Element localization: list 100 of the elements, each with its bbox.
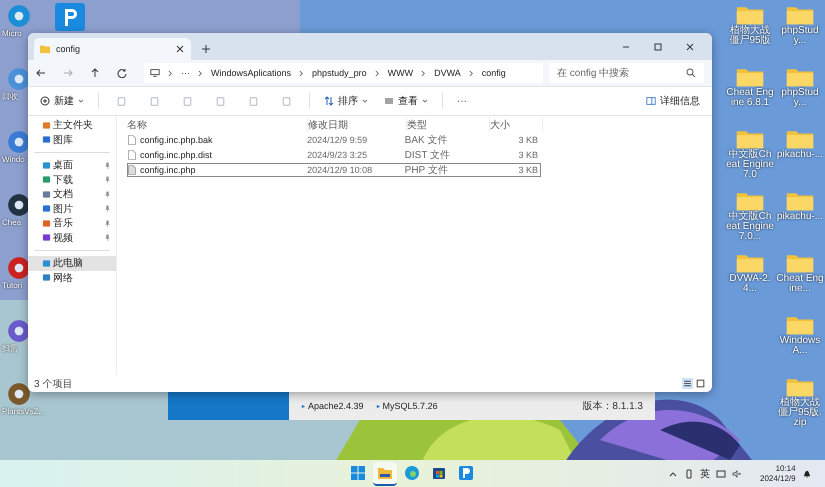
mute-icon[interactable]: [732, 468, 742, 478]
sort-button[interactable]: 排序: [318, 92, 374, 110]
pin-icon[interactable]: [104, 190, 111, 198]
p-app-icon: [458, 464, 474, 480]
table-cell-text: 3 KB: [518, 150, 540, 160]
sidebar-item[interactable]: 网络: [28, 270, 116, 285]
service-link[interactable]: MySQL5.7.26: [376, 401, 438, 411]
column-header[interactable]: 名称: [127, 117, 308, 132]
clock[interactable]: 10:14 2024/12/9: [760, 464, 796, 484]
pin-icon[interactable]: [104, 205, 111, 212]
table-cell-text: 2024/12/9 9:59: [307, 135, 368, 145]
icon-label: 植物大战僵尸95版: [728, 26, 772, 46]
column-header[interactable]: 类型: [407, 117, 490, 132]
icon-label: phpStudy...: [780, 26, 820, 46]
monitor-icon[interactable]: [716, 468, 726, 478]
cut-icon[interactable]: [116, 96, 127, 106]
column-header[interactable]: 修改日期: [308, 117, 407, 132]
breadcrumb[interactable]: WindowsAplications: [211, 68, 292, 78]
rename-icon[interactable]: [215, 96, 226, 106]
column-header[interactable]: 大小: [490, 117, 543, 132]
icon-label: 中文版Cheat Engine 7.0...: [726, 212, 774, 242]
list-icon: [384, 96, 394, 106]
gallery-icon: [42, 135, 51, 144]
close-icon[interactable]: [175, 44, 185, 54]
icon-label: PlantsVsZ...: [2, 407, 46, 417]
computer-icon: [42, 258, 51, 268]
breadcrumb[interactable]: WWW: [388, 68, 414, 78]
table-cell-text: PHP 文件: [404, 164, 449, 177]
paste-icon[interactable]: [182, 96, 193, 106]
video-icon: [42, 233, 51, 242]
new-button[interactable]: 新建: [34, 92, 90, 110]
download-icon: [42, 175, 51, 184]
sidebar-item[interactable]: 文档: [28, 187, 116, 202]
folder-icon: [40, 44, 50, 54]
sidebar-item[interactable]: 此电脑: [28, 256, 116, 270]
icon-label: Micro: [2, 29, 22, 39]
pin-icon[interactable]: [104, 162, 111, 169]
sidebar-item[interactable]: 下载: [28, 172, 116, 187]
sidebar-item[interactable]: 视频: [28, 230, 116, 245]
plus-icon[interactable]: [201, 44, 211, 54]
p-app-icon[interactable]: [55, 3, 85, 31]
table-cell-text: 2024/12/9 10:08: [307, 165, 374, 175]
caret-icon: [78, 99, 84, 103]
sidebar-item[interactable]: 图库: [28, 132, 116, 147]
sidebar-item[interactable]: 音乐: [28, 216, 116, 230]
maximize-icon[interactable]: [653, 42, 663, 52]
service-link[interactable]: Apache2.4.39: [301, 401, 364, 411]
address-bar[interactable]: ··· WindowsAplications phpstudy_pro WWW DVWA config: [144, 63, 543, 83]
details-view-icon[interactable]: [682, 378, 693, 389]
chevron-icon: [168, 70, 173, 76]
caret-icon: [422, 99, 428, 103]
icon-label: phpStudy...: [780, 88, 820, 108]
table-cell-text: BAK 文件: [404, 134, 448, 147]
chevron-icon: [468, 70, 474, 76]
icon-label: DVWA-2.4...: [728, 274, 772, 294]
file-row[interactable]: config.inc.php.bak 2024/12/9 9:59 BAK 文件 3 KB: [127, 133, 541, 147]
icon-label: Chea: [2, 218, 22, 228]
breadcrumb[interactable]: DVWA: [434, 68, 461, 78]
file-name: config.inc.php.dist: [140, 150, 212, 160]
sidebar-item[interactable]: 主文件夹: [28, 118, 116, 132]
icon-label: pikachu-...: [776, 212, 824, 222]
tiles-view-icon[interactable]: [695, 378, 706, 389]
pin-icon[interactable]: [104, 220, 111, 227]
more-button[interactable]: ···: [451, 94, 473, 108]
desktop-icon: [42, 160, 51, 170]
music-icon: [42, 218, 51, 228]
breadcrumb[interactable]: phpstudy_pro: [312, 68, 367, 78]
chevron-icon: [198, 70, 203, 76]
play-icon: [376, 404, 381, 408]
icon-label: Windo: [2, 155, 25, 165]
sort-arrows-icon: [324, 96, 334, 106]
taskbar-button[interactable]: [373, 462, 397, 486]
forward-arrow-icon[interactable]: [63, 68, 73, 78]
start-icon: [350, 464, 366, 480]
file-row[interactable]: config.inc.php 2024/12/9 10:08 PHP 文件 3 KB: [127, 163, 541, 177]
refresh-icon[interactable]: [117, 68, 127, 78]
search-field[interactable]: 在 config 中搜索: [549, 63, 704, 83]
pin-icon[interactable]: [104, 234, 111, 242]
usb-drive-icon[interactable]: [684, 468, 694, 478]
icon-label: Cheat Engine 6.8.1: [726, 88, 774, 108]
breadcrumb[interactable]: config: [482, 68, 506, 78]
icon-label: Cheat Engine...: [776, 274, 824, 294]
back-arrow-icon[interactable]: [36, 68, 46, 78]
breadcrumb[interactable]: ···: [181, 68, 190, 78]
up-arrow-icon[interactable]: [90, 68, 100, 78]
input-method-indicator[interactable]: 英: [700, 466, 710, 480]
bell-icon[interactable]: [802, 468, 812, 478]
view-button[interactable]: 查看: [378, 92, 434, 110]
file-row[interactable]: config.inc.php.dist 2024/9/23 3:25 DIST 文件 3 KB: [127, 148, 541, 162]
table-cell-text: DIST 文件: [404, 148, 452, 162]
tab[interactable]: config: [34, 38, 191, 60]
sidebar-item[interactable]: 图片: [28, 202, 116, 216]
icon-label: pikachu-...: [776, 150, 824, 160]
sidebar-item[interactable]: 桌面: [28, 158, 116, 172]
pin-icon[interactable]: [104, 176, 111, 184]
copy-icon[interactable]: [149, 96, 160, 106]
close-icon[interactable]: [685, 42, 695, 52]
details-button[interactable]: 详细信息: [640, 92, 706, 110]
delete-icon[interactable]: [281, 96, 292, 106]
share-icon[interactable]: [248, 96, 259, 106]
